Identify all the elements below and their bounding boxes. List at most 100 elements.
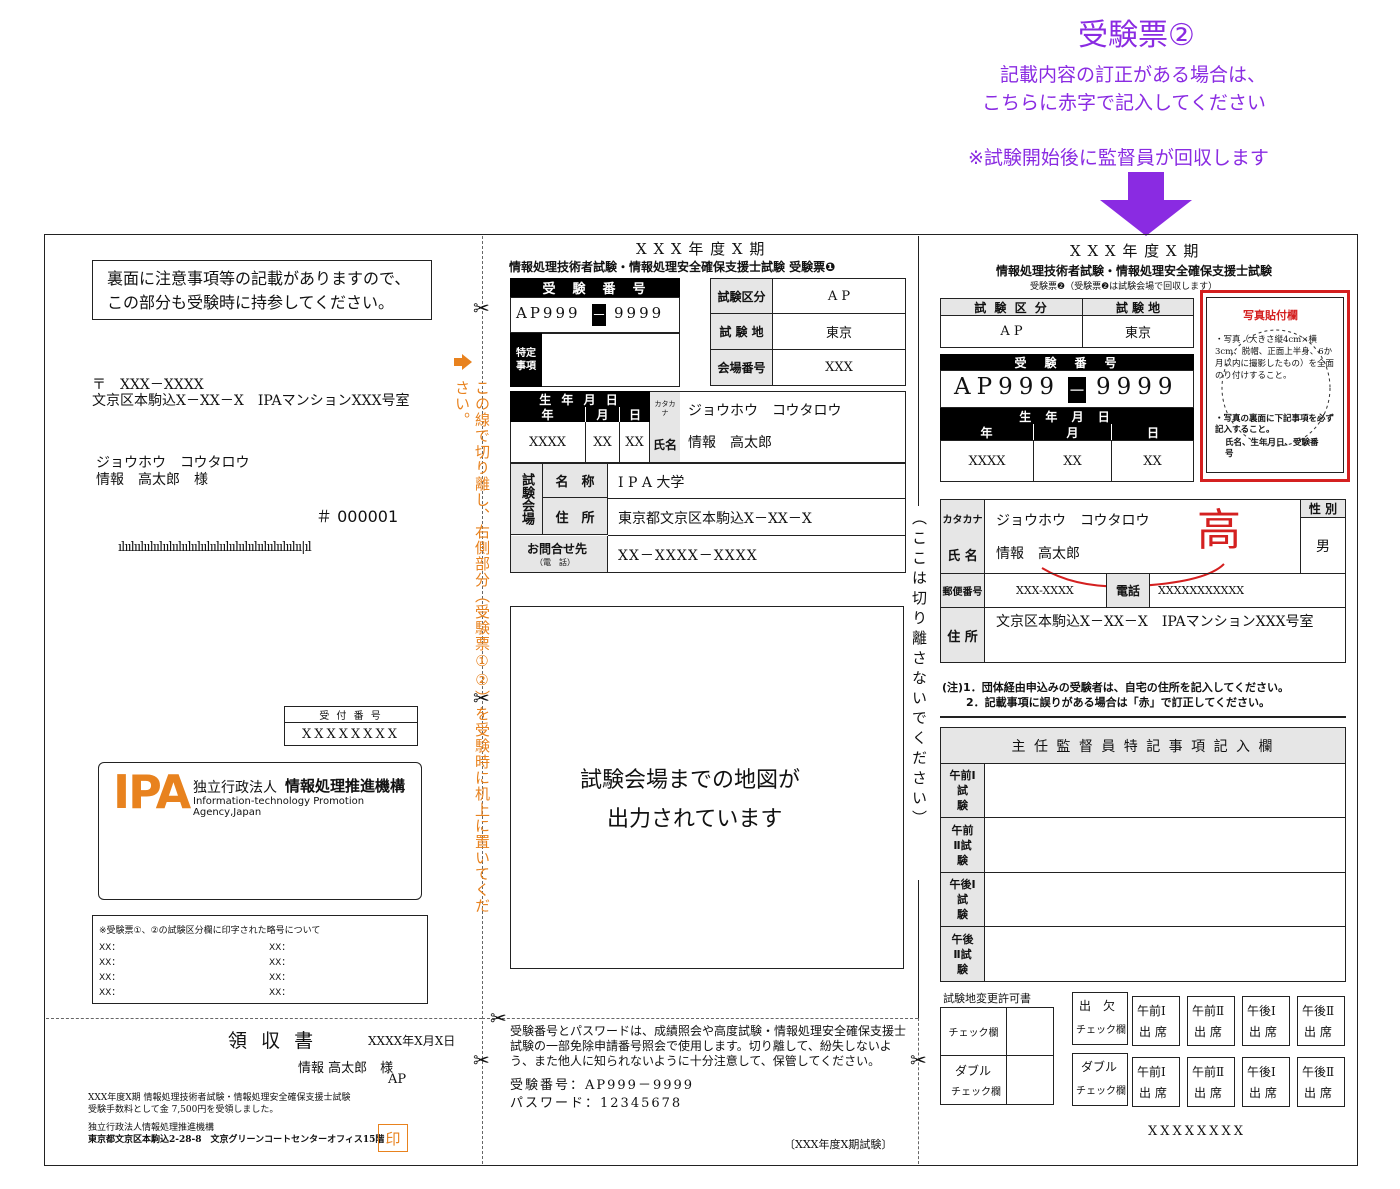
ticket2-postal-label: 郵便番号 (941, 574, 985, 607)
site-change-check-entry[interactable] (1007, 1008, 1053, 1056)
attendance-check-label: チェック欄 (1076, 1025, 1126, 1036)
ticket2-exam-no-left: AP999 (954, 374, 1060, 400)
double-cell[interactable]: 午後Ⅰ 出 席 (1242, 1057, 1290, 1107)
ticket2-kana-value: ジョウホウ コウタロウ (996, 513, 1150, 529)
session-entry[interactable] (985, 818, 1345, 873)
ticket2-site-label: 試 験 地 (1083, 299, 1193, 316)
ticket1-dob-label: 生 年 月 日 (510, 391, 650, 407)
receipt-number-value: XXXXXXXX (301, 726, 401, 742)
ticket2-sex-value: 男 (1300, 518, 1345, 573)
session-label: 午前Ⅱ試 験 (941, 818, 985, 873)
ticket2-tel-value: XXXXXXXXXXX (1158, 584, 1245, 597)
double-row-label: ダブル (1081, 1060, 1118, 1074)
ticket2-day-label: 日 (1112, 424, 1194, 440)
ticket1-venue-name-value: I P A 大学 (618, 475, 685, 491)
ticket2-row-divider (940, 607, 1346, 608)
ticket1-contact-label-cell: お問合せ先 （電 話） (511, 536, 608, 572)
double-cell[interactable]: 午前Ⅰ 出 席 (1132, 1057, 1180, 1107)
scissors-icon: ✂ (473, 1048, 490, 1072)
ticket2-category-label: 試 験 区 分 (941, 299, 1083, 316)
site-change-label: 試験地変更許可書 (943, 992, 1031, 1005)
att-col-label: 午前Ⅰ (1137, 1004, 1166, 1018)
receipt-issuer-line2: 東京都文京区本駒込2-28-8 文京グリーンコートセンターオフィス15階 (88, 1135, 385, 1145)
ticket1-site-label: 試 験 地 (711, 314, 773, 350)
double-check-label: チェック欄 (1076, 1086, 1126, 1097)
attendance-cell[interactable]: 午後Ⅱ 出 席 (1297, 996, 1345, 1046)
photo-box: 写真貼付欄 ・写真（大きさ縦4cm×横3cm、脱帽、正面上半身、6か月以内に撮影… (1206, 297, 1344, 473)
att-cell-sub: 出 席 (1304, 1025, 1332, 1039)
double-cell[interactable]: 午前Ⅱ 出 席 (1187, 1057, 1235, 1107)
attendance-label-box: 出 欠 チェック欄 (1072, 992, 1128, 1045)
att-col-label: 午後Ⅰ (1247, 1004, 1276, 1018)
ticket2-title: 情報処理技術者試験・情報処理安全確保支援士試験 (996, 264, 1273, 278)
keep-line-bottom (918, 880, 919, 1018)
notice-line1: 裏面に注意事項等の記載がありますので、 (107, 269, 411, 288)
session-entry[interactable] (985, 764, 1345, 818)
ticket1-name-label: 氏名 (650, 426, 680, 462)
double-cell[interactable]: 午後Ⅱ 出 席 (1297, 1057, 1345, 1107)
ticket2-name-label: 氏 名 (941, 536, 985, 573)
ticket2-period: X X X 年 度 X 期 (1070, 242, 1200, 260)
ticket1-map-line1: 試験会場までの地図が (580, 768, 801, 793)
ticket2-note2: 2．記載事項に誤りがある場合は「赤」で訂正してください。 (966, 696, 1270, 709)
att-cell-sub: 出 席 (1249, 1025, 1277, 1039)
code-row: XX： (99, 958, 121, 968)
att-cell-sub: 出 席 (1194, 1025, 1222, 1039)
att-col-label: 午前Ⅱ (1192, 1004, 1225, 1018)
ticket2-day-value: XX (1143, 453, 1162, 469)
ticket1-contact-value: XX－XXXX－XXXX (618, 548, 758, 564)
code-row: XX： (99, 988, 121, 998)
session-entry[interactable] (985, 873, 1345, 927)
receipt-name: 情報 高太郎 様 (298, 1061, 394, 1076)
att-cell-sub: 出 席 (1249, 1086, 1277, 1100)
ticket1-map-line2: 出力されています (607, 807, 783, 832)
ticket2-sex-label: 性 別 (1300, 500, 1345, 518)
code-row: XX： (269, 958, 291, 968)
ticket2-year-label: 年 (940, 424, 1034, 440)
att-col-label: 午前Ⅱ (1192, 1065, 1225, 1079)
attendance-cell[interactable]: 午後Ⅰ 出 席 (1242, 996, 1290, 1046)
receipt-text-line2: 受験手数料として金 7,500円を受領しました。 (88, 1105, 279, 1115)
receipt-seal: 印 (378, 1124, 408, 1152)
session-label: 午後Ⅱ試 験 (941, 927, 985, 981)
ticket1-period: X X X 年 度 X 期 (636, 240, 766, 258)
session-entry[interactable] (985, 927, 1345, 981)
ticket1-pw-text: 受験番号とパスワードは、成績照会や高度試験・情報処理安全確保支援士試験の一部免除… (510, 1024, 907, 1068)
code-row: XX： (269, 973, 291, 983)
ipa-org-name: 情報処理推進機構 (285, 777, 406, 795)
code-row: XX： (99, 973, 121, 983)
receipt-number-box: 受 付 番 号 XXXXXXXX (284, 706, 418, 746)
att-cell-sub: 出 席 (1304, 1086, 1332, 1100)
check-label: チェック欄 (951, 1087, 1001, 1098)
ticket1-day-label: 日 (620, 407, 650, 422)
site-change-double-entry[interactable] (1007, 1056, 1053, 1104)
header-note-collect: ※試験開始後に監督員が回収します (968, 147, 1269, 169)
ticket1-venue-addr-value: 東京都文京区本駒込X－XX－X (618, 511, 812, 527)
ticket1-hall-label: 会場番号 (711, 350, 773, 385)
ticket2-kana-label: カタカナ (941, 500, 985, 536)
ipa-org-prefix: 独立行政法人 (193, 780, 277, 796)
double-label: ダブル (955, 1064, 992, 1078)
ticket1-title: 情報処理技術者試験・情報処理安全確保支援士試験 受験票❶ (509, 260, 836, 274)
attendance-cell[interactable]: 午前Ⅰ 出 席 (1132, 996, 1180, 1046)
header-title: 受験票② (1078, 18, 1195, 53)
ticket2-month-value: XX (1034, 441, 1112, 481)
ticket1-pw-exam-no: 受験番号：AP999－9999 (510, 1078, 695, 1093)
ticket2-exam-no-right: 9999 (1096, 374, 1179, 400)
receipt-category: AP (388, 1072, 407, 1087)
ticket1-footer: 〔XXX年度X期試験〕 (784, 1138, 893, 1151)
att-cell-sub: 出 席 (1139, 1025, 1167, 1039)
scissors-icon: ✂ (473, 296, 490, 320)
ticket2-addr-label: 住 所 (941, 608, 985, 662)
ticket2-addr-value: 文京区本駒込X－XX－X IPAマンションXXX号室 (996, 614, 1314, 630)
header-note-line2: こちらに赤字で記入してください (982, 92, 1266, 114)
right-arrow-icon (454, 354, 472, 370)
attendance-cell[interactable]: 午前Ⅱ 出 席 (1187, 996, 1235, 1046)
ticket2-site-value: 東京 (1124, 326, 1151, 341)
ticket1-exam-no-dash: － (592, 304, 606, 326)
code-note-box: ※受験票①、②の試験区分欄に印字された略号について XX： XX： XX： XX… (92, 915, 428, 1004)
ticket1-pw-password: パスワード：12345678 (510, 1096, 683, 1111)
notice-line2: この部分も受験時に持参してください。 (107, 293, 395, 312)
photo-oval-outline (1221, 329, 1331, 447)
ticket1-year-label: 年 (510, 407, 586, 422)
